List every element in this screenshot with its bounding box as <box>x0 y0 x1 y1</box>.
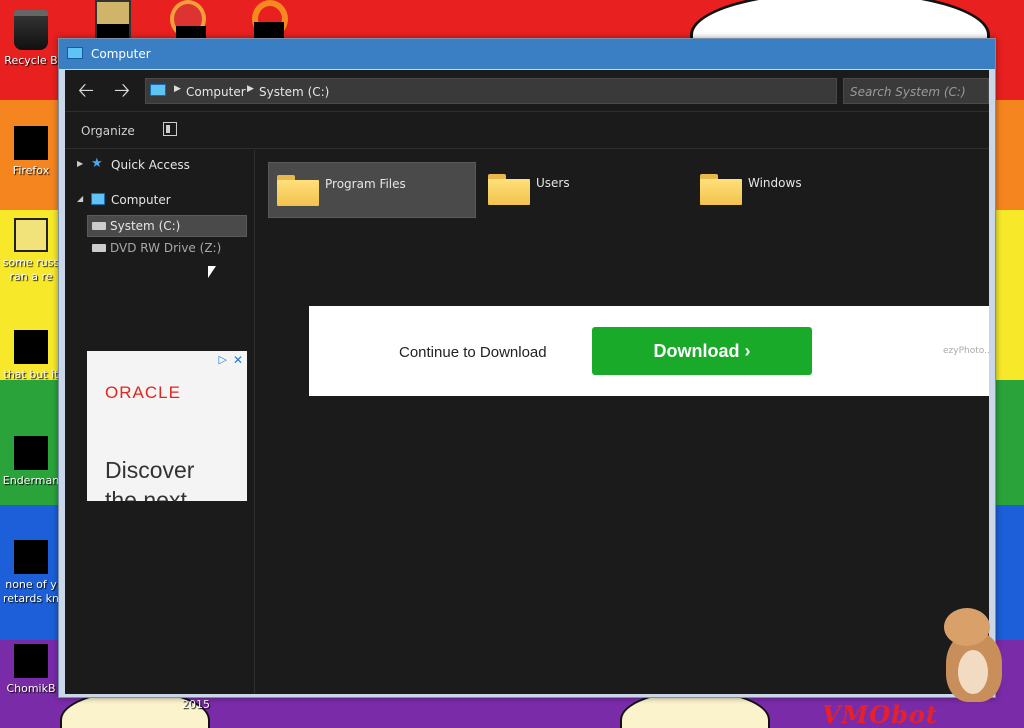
ad-brand: ORACLE <box>105 383 181 402</box>
computer-icon <box>150 84 166 96</box>
desktop-icon-label: that but it <box>3 368 59 381</box>
sidebar-item-label: Quick Access <box>111 158 190 172</box>
navigation-bar: 🡠 🡢 ▶ Computer ▶ System (C:) Search Syst… <box>65 70 989 112</box>
sidebar-advertisement[interactable]: ▷ ✕ ORACLE Discover the next <box>87 351 247 501</box>
sidebar-item-system-c[interactable]: System (C:) <box>87 215 247 237</box>
folder-users[interactable]: Users <box>480 162 688 218</box>
back-arrow-icon[interactable]: 🡠 <box>75 80 97 102</box>
firefox-icon <box>14 126 48 160</box>
mouse-cursor-icon <box>208 266 216 278</box>
organize-button[interactable]: Organize <box>81 124 135 138</box>
chevron-right-icon[interactable]: ▶ <box>247 84 254 94</box>
desktop-icon-label: Firefox <box>12 164 50 177</box>
folder-icon <box>277 175 319 206</box>
desktop-icon-file[interactable]: none of y retards kn <box>0 540 62 606</box>
desktop-icon-app[interactable] <box>170 0 206 42</box>
command-bar: Organize <box>65 113 989 149</box>
desktop-icon-file[interactable]: some russ ran a re <box>0 218 62 284</box>
desktop-bottom-label: 2015 <box>182 698 210 711</box>
folder-name: Windows <box>748 176 802 190</box>
watermark-text: VMObot <box>822 700 938 728</box>
ad-info-icon[interactable]: ▷ <box>219 353 227 366</box>
desktop-icon-firefox[interactable]: Firefox <box>0 126 62 178</box>
search-input[interactable]: Search System (C:) <box>843 78 989 104</box>
sidebar-item-computer[interactable]: ◢ Computer <box>65 189 255 211</box>
computer-icon <box>91 193 105 205</box>
ad-brand: ezyPhoto... <box>943 346 989 356</box>
desktop-icon-enderman[interactable]: Enderman <box>0 436 62 488</box>
sidebar-item-quick-access[interactable]: ▶ ★ Quick Access <box>65 154 255 176</box>
dvd-drive-icon <box>92 244 106 252</box>
file-icon <box>14 644 48 678</box>
desktop-icon-recycle-bin[interactable]: Recycle B <box>0 4 62 68</box>
chevron-right-icon[interactable]: ▶ <box>174 84 181 94</box>
desktop-icon-label: Enderman <box>2 474 60 487</box>
hamster-desktop-pet[interactable] <box>940 606 1004 706</box>
folder-icon <box>700 174 742 205</box>
window-client: 🡠 🡢 ▶ Computer ▶ System (C:) Search Syst… <box>65 70 989 694</box>
folder-icon <box>488 174 530 205</box>
sidebar-item-label: Computer <box>111 193 171 207</box>
file-icon <box>14 436 48 470</box>
ad-headline: Discover the next <box>105 457 195 501</box>
download-advertisement[interactable]: Continue to Download Download › ezyPhoto… <box>309 306 989 396</box>
computer-icon <box>67 47 83 59</box>
desktop-icon-app[interactable] <box>252 0 288 40</box>
file-view: Program Files Users Windows Continue to … <box>256 150 989 694</box>
desktop-icon-label: none of y retards kn <box>3 578 59 605</box>
desktop-icon-file[interactable]: that but it <box>0 330 62 382</box>
desktop-icon-label: Recycle B <box>4 54 58 67</box>
recycle-bin-icon <box>14 10 48 50</box>
sidebar-item-label: System (C:) <box>110 219 181 233</box>
window-title: Computer <box>91 47 151 61</box>
breadcrumb-system-c[interactable]: System (C:) <box>259 85 329 99</box>
address-bar[interactable]: ▶ Computer ▶ System (C:) <box>145 78 837 104</box>
file-icon <box>14 540 48 574</box>
hard-drive-icon <box>92 222 106 230</box>
star-icon: ★ <box>91 156 103 171</box>
title-bar[interactable]: Computer <box>59 39 995 69</box>
folder-program-files[interactable]: Program Files <box>268 162 476 218</box>
folder-name: Users <box>536 176 570 190</box>
view-options-icon[interactable] <box>163 122 177 136</box>
document-icon <box>14 218 48 252</box>
desktop-icon-folder[interactable] <box>95 0 131 40</box>
desktop-icon-label: some russ ran a re <box>2 256 60 283</box>
breadcrumb-computer[interactable]: Computer <box>186 85 246 99</box>
sidebar-item-label: DVD RW Drive (Z:) <box>110 241 222 255</box>
download-button[interactable]: Download › <box>592 327 812 375</box>
explorer-window: Computer 🡠 🡢 ▶ Computer ▶ System (C:) Se… <box>58 38 996 698</box>
folder-name: Program Files <box>325 177 406 191</box>
navigation-pane: ▶ ★ Quick Access ◢ Computer System (C:) … <box>65 150 255 694</box>
sidebar-item-dvd-drive[interactable]: DVD RW Drive (Z:) <box>87 238 247 260</box>
file-icon <box>14 330 48 364</box>
folder-windows[interactable]: Windows <box>692 162 900 218</box>
expand-arrow-icon[interactable]: ▶ <box>77 159 83 168</box>
ad-close-icon[interactable]: ✕ <box>233 353 243 367</box>
desktop-icon-label: ChomikB <box>6 682 56 695</box>
desktop-icon-chomik[interactable]: ChomikB <box>0 644 62 696</box>
forward-arrow-icon[interactable]: 🡢 <box>111 80 133 102</box>
ad-prompt: Continue to Download <box>399 344 547 361</box>
collapse-arrow-icon[interactable]: ◢ <box>77 194 83 203</box>
